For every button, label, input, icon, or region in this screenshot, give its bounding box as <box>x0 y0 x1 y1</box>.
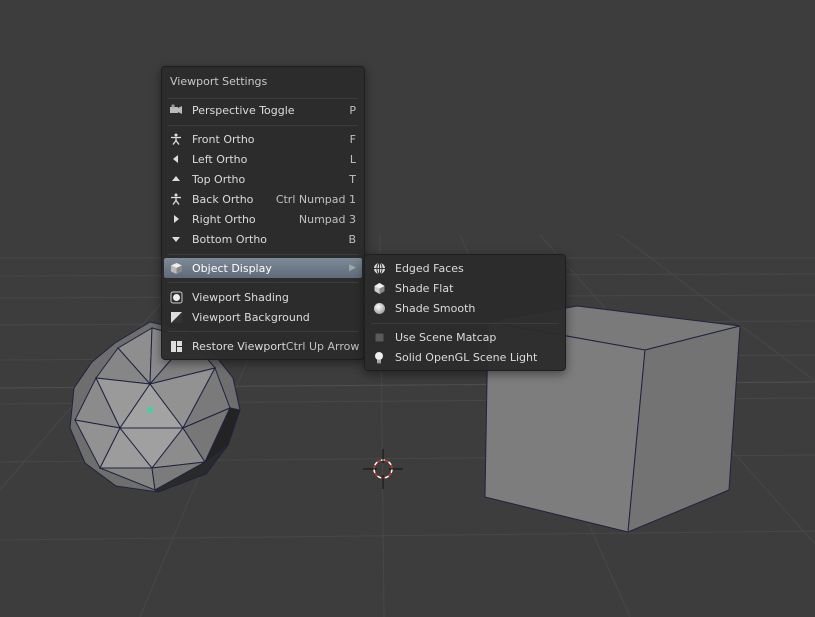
menu-item-label: Front Ortho <box>192 132 255 146</box>
light-bulb-icon <box>372 350 386 364</box>
3d-cursor[interactable] <box>363 449 403 489</box>
menu-item-label: Solid OpenGL Scene Light <box>395 350 538 364</box>
triangle-up-icon <box>169 172 183 186</box>
menu-item-label: Top Ortho <box>192 172 246 186</box>
object-display-submenu: Edged Faces Shade Flat Shade Smooth Use … <box>364 254 566 371</box>
menu-item-label: Left Ortho <box>192 152 248 166</box>
checkbox-icon[interactable] <box>372 330 386 344</box>
camera-icon <box>169 103 183 117</box>
menu-item-label: Shade Flat <box>395 281 454 295</box>
shortcut-label: Numpad 3 <box>298 212 356 226</box>
smooth-sphere-icon <box>372 301 386 315</box>
shortcut-label: F <box>349 132 356 146</box>
menu-item-left-ortho[interactable]: Left Ortho L <box>164 149 362 169</box>
menu-separator <box>168 254 358 255</box>
submenu-item-edged-faces[interactable]: Edged Faces <box>367 258 563 278</box>
menu-item-restore-viewport[interactable]: Restore Viewport Ctrl Up Arrow <box>164 336 362 356</box>
object-origin <box>147 407 153 413</box>
shortcut-label: B <box>348 232 356 246</box>
triangle-left-icon <box>169 152 183 166</box>
menu-item-label: Right Ortho <box>192 212 256 226</box>
menu-separator <box>168 98 358 99</box>
menu-separator <box>168 331 358 332</box>
menu-item-label: Back Ortho <box>192 192 254 206</box>
layout-icon <box>169 339 183 353</box>
submenu-item-solid-opengl-light[interactable]: Solid OpenGL Scene Light <box>367 347 563 367</box>
menu-item-bottom-ortho[interactable]: Bottom Ortho B <box>164 229 362 249</box>
flat-sphere-icon <box>372 281 386 295</box>
menu-item-top-ortho[interactable]: Top Ortho T <box>164 169 362 189</box>
shortcut-label: P <box>349 103 356 117</box>
background-icon <box>169 310 183 324</box>
submenu-item-shade-smooth[interactable]: Shade Smooth <box>367 298 563 318</box>
menu-item-back-ortho[interactable]: Back Ortho Ctrl Numpad 1 <box>164 189 362 209</box>
menu-item-label: Edged Faces <box>395 261 464 275</box>
cube-icon <box>169 261 183 275</box>
shading-icon <box>169 290 183 304</box>
viewport-settings-menu: Viewport Settings Perspective Toggle P F… <box>161 66 365 360</box>
triangle-down-icon <box>169 232 183 246</box>
shortcut-label: Ctrl Numpad 1 <box>275 192 356 206</box>
submenu-item-use-scene-matcap[interactable]: Use Scene Matcap <box>367 327 563 347</box>
menu-item-label: Perspective Toggle <box>192 103 295 117</box>
menu-item-label: Bottom Ortho <box>192 232 268 246</box>
menu-separator <box>371 323 559 324</box>
figure-icon <box>169 192 183 206</box>
shortcut-label: T <box>349 172 356 186</box>
submenu-arrow-icon: ▶ <box>349 263 356 273</box>
menu-item-viewport-shading[interactable]: Viewport Shading <box>164 287 362 307</box>
menu-item-label: Use Scene Matcap <box>395 330 497 344</box>
menu-item-label: Restore Viewport <box>192 339 286 353</box>
menu-item-right-ortho[interactable]: Right Ortho Numpad 3 <box>164 209 362 229</box>
menu-separator <box>168 282 358 283</box>
menu-item-object-display[interactable]: Object Display ▶ <box>164 258 362 278</box>
menu-item-front-ortho[interactable]: Front Ortho F <box>164 129 362 149</box>
shortcut-label: Ctrl Up Arrow <box>285 339 360 353</box>
menu-title: Viewport Settings <box>170 75 268 88</box>
shortcut-label: L <box>349 152 356 166</box>
figure-icon <box>169 132 183 146</box>
menu-item-label: Viewport Background <box>192 310 310 324</box>
menu-item-label: Shade Smooth <box>395 301 476 315</box>
submenu-item-shade-flat[interactable]: Shade Flat <box>367 278 563 298</box>
wire-sphere-icon <box>372 261 386 275</box>
menu-item-viewport-background[interactable]: Viewport Background <box>164 307 362 327</box>
menu-item-perspective-toggle[interactable]: Perspective Toggle P <box>164 100 362 120</box>
triangle-right-icon <box>169 212 183 226</box>
menu-item-label: Object Display <box>192 261 272 275</box>
menu-separator <box>168 125 358 126</box>
menu-item-label: Viewport Shading <box>192 290 289 304</box>
